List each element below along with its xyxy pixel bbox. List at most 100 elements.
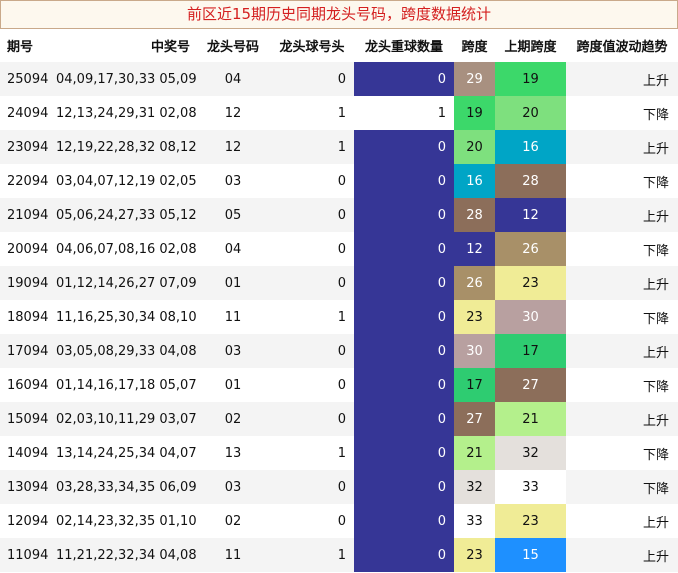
cell-numbers: 01,12,14,26,27 07,09 <box>56 266 197 300</box>
cell-prev-span: 12 <box>495 198 566 232</box>
cell-repeat: 0 <box>354 368 454 402</box>
cell-head-ten: 1 <box>270 130 354 164</box>
table-row: 15094 02,03,10,11,29 03,07 02 0 0 27 21 上升 <box>0 402 678 436</box>
cell-numbers: 02,03,10,11,29 03,07 <box>56 402 197 436</box>
cell-prev-span: 19 <box>495 62 566 96</box>
header-numbers: 中奖号 <box>150 39 190 55</box>
cell-span: 23 <box>454 300 495 334</box>
cell-issue: 16094 <box>7 377 49 393</box>
cell-head: 13 <box>224 445 242 461</box>
table-row: 24094 12,13,24,29,31 02,08 12 1 1 19 20 下降 <box>0 96 678 130</box>
table-row: 23094 12,19,22,28,32 08,12 12 1 0 20 16 上升 <box>0 130 678 164</box>
cell-trend: 上升 <box>566 62 678 96</box>
header-issue: 期号 <box>7 39 34 55</box>
cell-span: 23 <box>454 538 495 572</box>
cell-numbers: 01,14,16,17,18 05,07 <box>56 377 197 393</box>
cell-prev-span: 17 <box>495 334 566 368</box>
cell-span: 17 <box>454 368 495 402</box>
table-row: 18094 11,16,25,30,34 08,10 11 1 0 23 30 下降 <box>0 300 678 334</box>
cell-head: 12 <box>196 130 270 164</box>
cell-repeat: 0 <box>354 504 454 538</box>
cell-repeat: 0 <box>354 164 454 198</box>
cell-issue: 15094 <box>0 402 56 436</box>
cell-issue: 25094 <box>0 62 56 96</box>
cell-head-ten: 0 <box>337 241 346 257</box>
cell-head: 02 <box>196 402 270 436</box>
cell-prev-span: 23 <box>495 266 566 300</box>
cell-head-ten: 0 <box>270 470 354 504</box>
cell-head: 11 <box>196 538 270 572</box>
cell-head-ten: 0 <box>270 334 354 368</box>
cell-prev-span: 28 <box>495 164 566 198</box>
cell-span: 16 <box>454 164 495 198</box>
cell-issue: 22094 <box>7 173 49 189</box>
table-row: 16094 01,14,16,17,18 05,07 01 0 0 17 27 下降 <box>0 368 678 402</box>
cell-repeat: 0 <box>354 62 454 96</box>
cell-numbers: 11,16,25,30,34 08,10 <box>56 309 197 325</box>
cell-trend: 下降 <box>642 379 669 395</box>
cell-issue: 14094 <box>7 445 49 461</box>
cell-repeat: 1 <box>354 96 454 130</box>
cell-numbers: 03,28,33,34,35 06,09 <box>56 470 197 504</box>
cell-issue: 20094 <box>7 241 49 257</box>
stats-table: 期号 中奖号 龙头号码 龙头球号头 龙头重球数量 跨度 上期跨度 跨度值波动趋势… <box>0 28 678 572</box>
cell-head: 12 <box>224 105 242 121</box>
table-row: 13094 03,28,33,34,35 06,09 03 0 0 32 33 下降 <box>0 470 678 504</box>
cell-head: 03 <box>224 173 242 189</box>
cell-numbers: 03,05,08,29,33 04,08 <box>56 334 197 368</box>
cell-prev-span: 21 <box>495 402 566 436</box>
cell-span: 19 <box>454 96 495 130</box>
cell-repeat: 0 <box>354 300 454 334</box>
cell-head-ten: 0 <box>337 173 346 189</box>
header-repeat: 龙头重球数量 <box>364 39 443 55</box>
cell-span: 33 <box>454 504 495 538</box>
cell-repeat: 0 <box>354 436 454 470</box>
cell-issue: 23094 <box>0 130 56 164</box>
cell-head-ten: 0 <box>337 377 346 393</box>
cell-prev-span: 33 <box>495 470 566 504</box>
header-head: 龙头号码 <box>206 39 259 55</box>
cell-span: 20 <box>454 130 495 164</box>
cell-issue: 13094 <box>0 470 56 504</box>
page-title: 前区近15期历史同期龙头号码，跨度数据统计 <box>0 0 678 29</box>
table-row: 12094 02,14,23,32,35 01,10 02 0 0 33 23 上升 <box>0 504 678 538</box>
cell-issue: 18094 <box>7 309 49 325</box>
cell-span: 26 <box>454 266 495 300</box>
header-prev-span: 上期跨度 <box>504 39 557 55</box>
cell-trend: 上升 <box>642 515 669 531</box>
cell-issue: 21094 <box>0 198 56 232</box>
cell-head: 01 <box>196 266 270 300</box>
cell-span: 29 <box>454 62 495 96</box>
cell-repeat: 0 <box>354 266 454 300</box>
cell-span: 27 <box>454 402 495 436</box>
cell-trend: 下降 <box>642 107 669 123</box>
cell-head-ten: 0 <box>270 198 354 232</box>
cell-prev-span: 16 <box>495 130 566 164</box>
cell-issue: 19094 <box>0 266 56 300</box>
cell-head: 02 <box>224 513 242 529</box>
cell-trend: 下降 <box>642 175 669 191</box>
cell-issue: 11094 <box>0 538 56 572</box>
cell-repeat: 0 <box>354 232 454 266</box>
cell-head: 01 <box>224 377 242 393</box>
header-trend: 跨度值波动趋势 <box>576 39 668 55</box>
cell-head-ten: 0 <box>270 402 354 436</box>
cell-head: 04 <box>224 241 242 257</box>
cell-head-ten: 1 <box>337 105 346 121</box>
cell-prev-span: 27 <box>495 368 566 402</box>
cell-head: 03 <box>196 334 270 368</box>
cell-head: 03 <box>196 470 270 504</box>
cell-span: 28 <box>454 198 495 232</box>
cell-trend: 上升 <box>566 538 678 572</box>
cell-numbers: 04,06,07,08,16 02,08 <box>56 241 197 257</box>
cell-head: 04 <box>196 62 270 96</box>
cell-span: 12 <box>454 232 495 266</box>
cell-head-ten: 1 <box>270 538 354 572</box>
header-span: 跨度 <box>461 39 488 55</box>
cell-prev-span: 30 <box>495 300 566 334</box>
cell-repeat: 0 <box>354 402 454 436</box>
header-head-ten: 龙头球号头 <box>279 39 345 55</box>
cell-trend: 下降 <box>642 311 669 327</box>
cell-numbers: 02,14,23,32,35 01,10 <box>56 513 197 529</box>
table-row: 11094 11,21,22,32,34 04,08 11 1 0 23 15 上升 <box>0 538 678 572</box>
